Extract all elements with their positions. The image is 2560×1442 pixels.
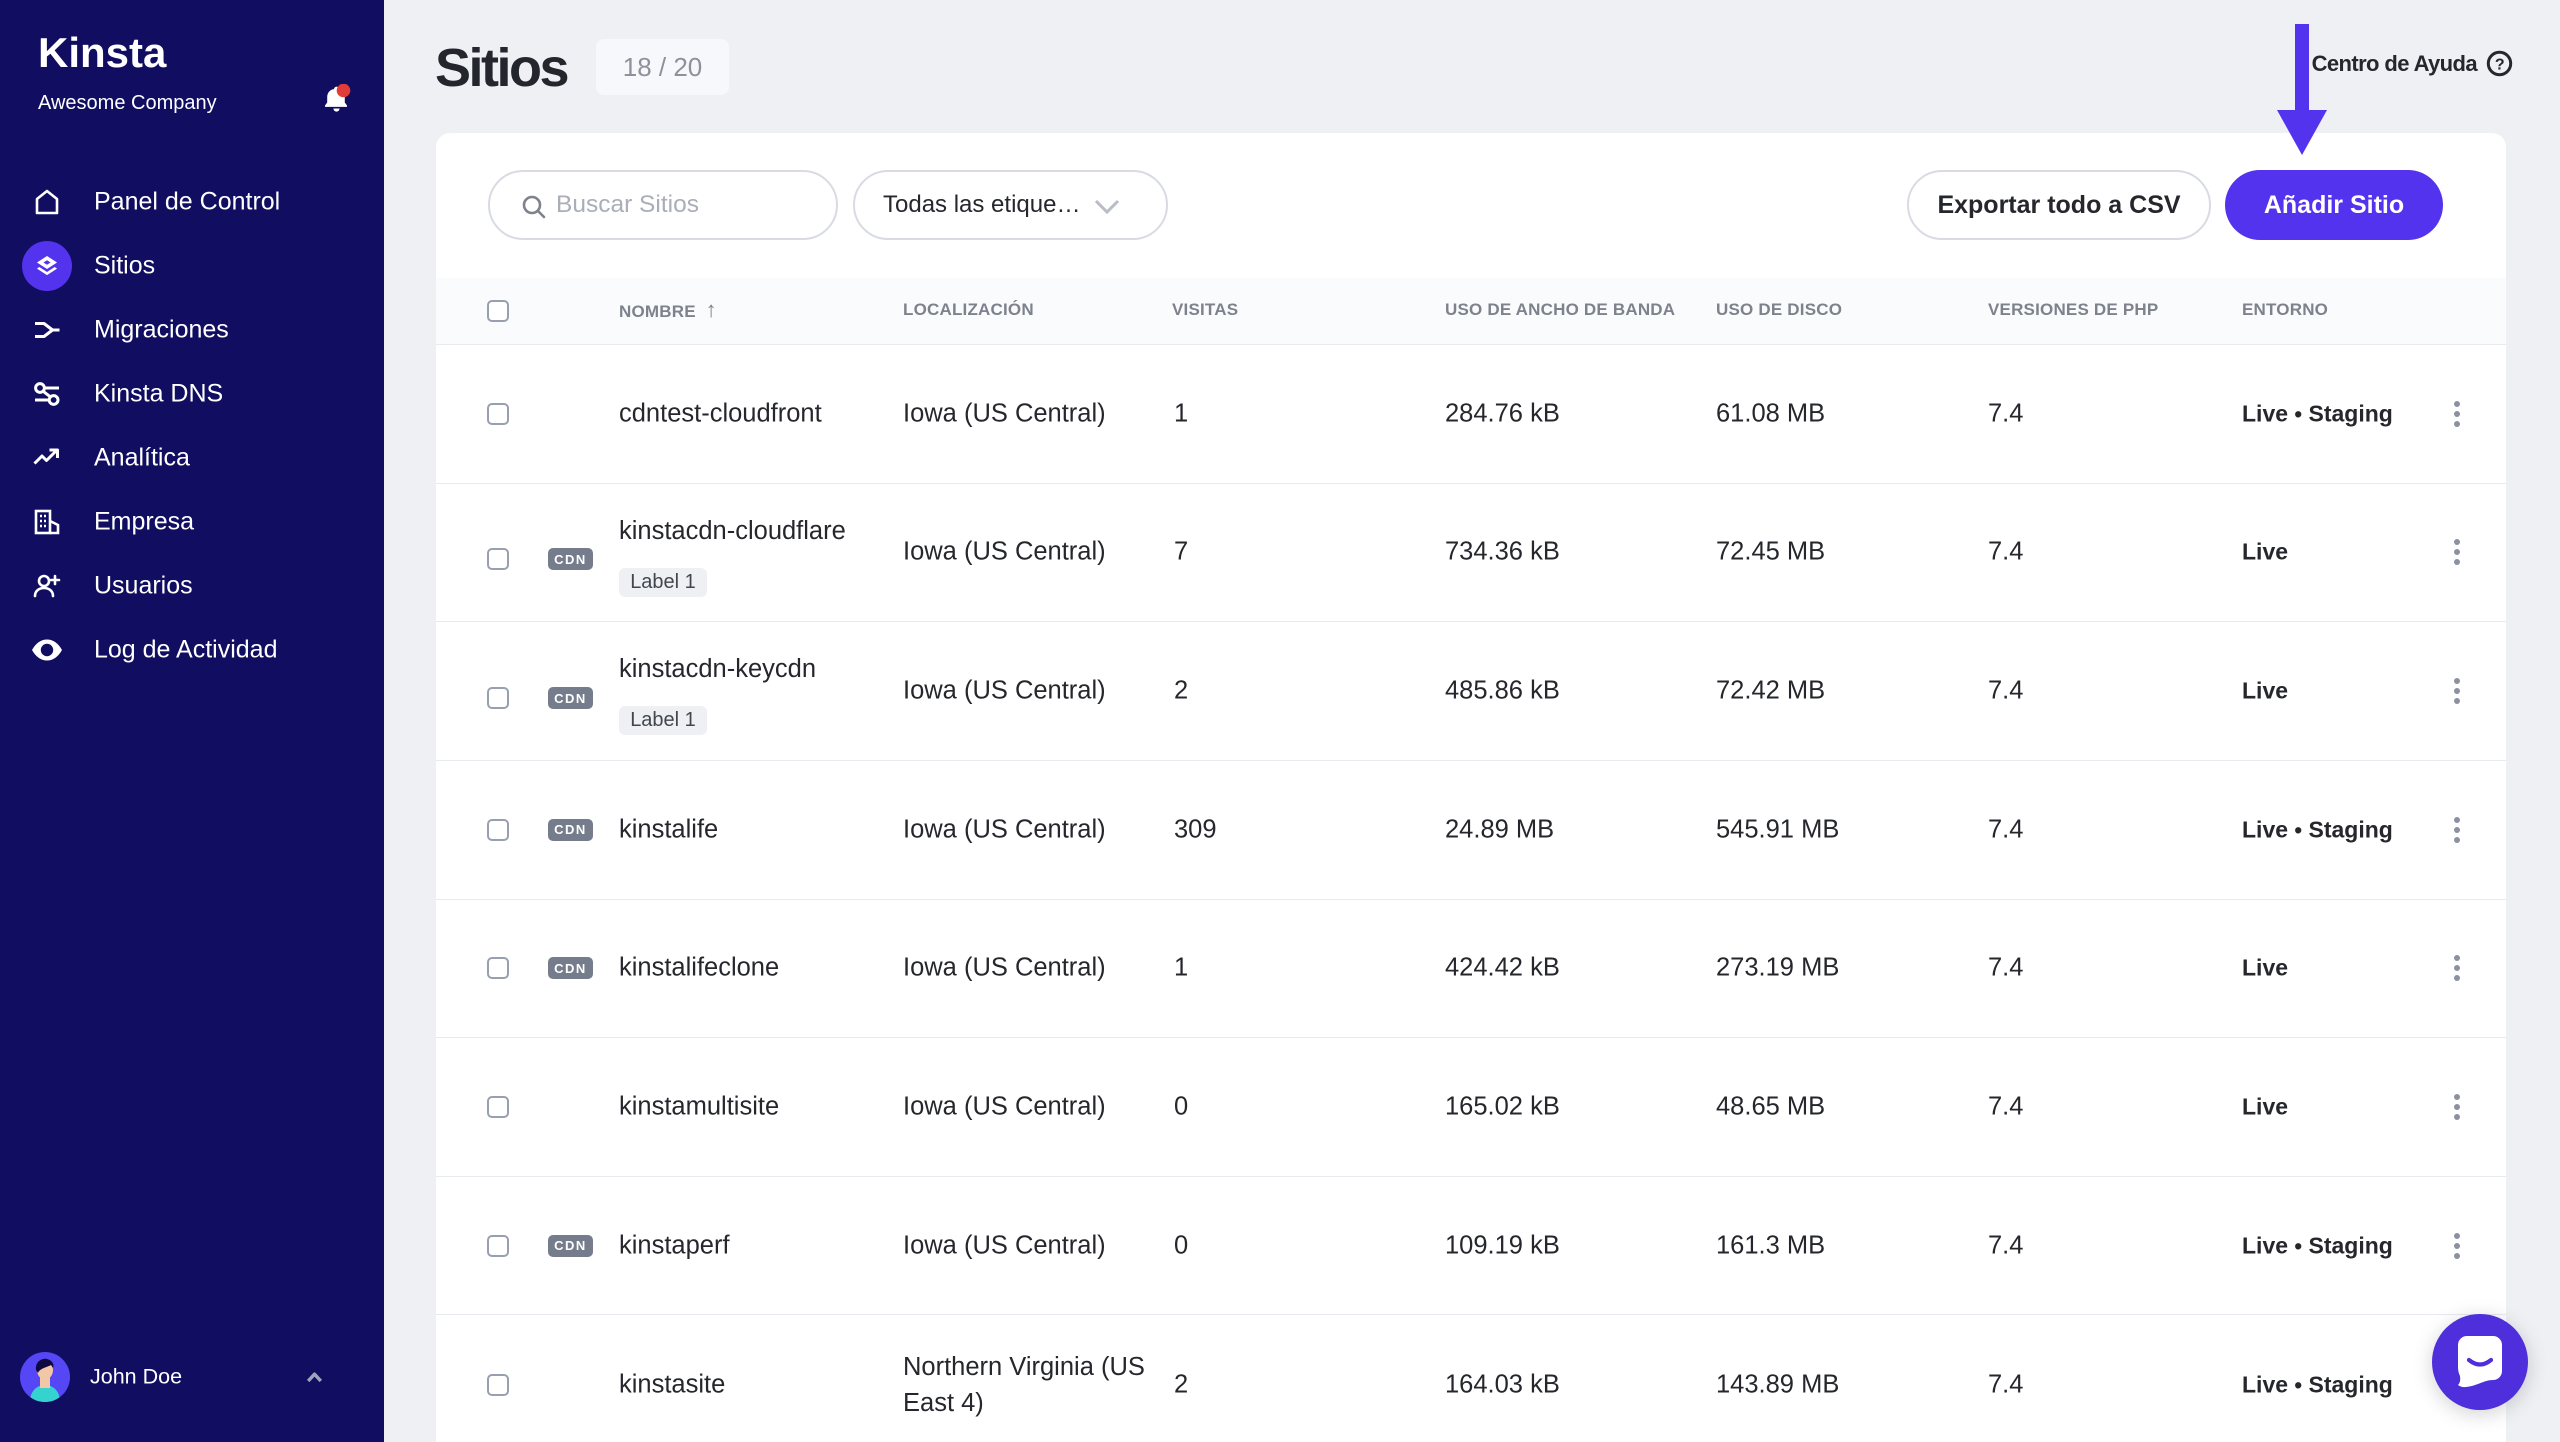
svg-text:Kinsta: Kinsta — [38, 33, 167, 76]
svg-text:?: ? — [2495, 57, 2504, 74]
